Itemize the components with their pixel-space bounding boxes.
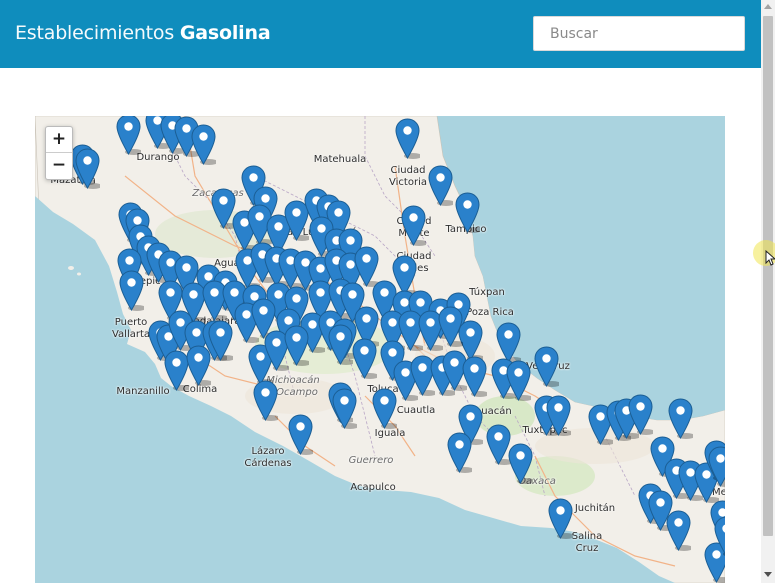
gas-station-marker-icon[interactable] — [191, 124, 216, 165]
gas-station-marker-icon[interactable] — [548, 498, 573, 539]
city-label: Salina — [571, 531, 603, 542]
scroll-down-arrow-icon[interactable] — [764, 572, 772, 577]
mouse-cursor-icon — [765, 250, 775, 266]
gas-station-marker-icon[interactable] — [372, 388, 397, 429]
gas-station-marker-icon[interactable] — [116, 116, 141, 155]
city-label: Puerto — [114, 317, 148, 328]
gas-station-marker-icon[interactable] — [462, 356, 487, 397]
city-label: Manzanillo — [116, 386, 170, 397]
app-title-bold: Gasolina — [179, 22, 271, 44]
city-label: Cuautla — [396, 405, 436, 416]
map-container[interactable]: DurangoMatehualaCiudadVictoriaMazatlánZa… — [35, 116, 725, 583]
zoom-control: + − — [45, 126, 73, 180]
city-label: Cárdenas — [244, 458, 292, 469]
gas-station-marker-icon[interactable] — [496, 322, 521, 363]
gas-station-marker-icon[interactable] — [628, 394, 653, 435]
gas-station-marker-icon[interactable] — [332, 388, 357, 429]
gas-station-marker-icon[interactable] — [708, 446, 725, 487]
gas-station-marker-icon[interactable] — [352, 338, 377, 379]
city-label: Poza Rica — [466, 307, 514, 318]
gas-station-marker-icon[interactable] — [395, 118, 420, 159]
gas-station-marker-icon[interactable] — [253, 380, 278, 421]
app-title-light: Establecimientos — [15, 22, 175, 44]
page-scrollbar[interactable] — [761, 0, 775, 583]
city-label: Cruz — [575, 543, 599, 554]
city-label: Iguala — [374, 428, 406, 439]
gas-station-marker-icon[interactable] — [668, 398, 693, 439]
search-input[interactable] — [533, 16, 745, 51]
city-label: Vallarta — [111, 329, 151, 340]
zoom-in-button[interactable]: + — [46, 127, 72, 153]
gas-station-marker-icon[interactable] — [208, 320, 233, 361]
gas-station-marker-icon[interactable] — [438, 306, 463, 347]
island-1 — [68, 266, 74, 270]
app-title: Establecimientos Gasolina — [15, 22, 271, 44]
gas-station-marker-icon[interactable] — [328, 324, 353, 365]
gas-station-marker-icon[interactable] — [75, 148, 100, 189]
gas-station-marker-icon[interactable] — [506, 360, 531, 401]
gas-station-marker-icon[interactable] — [714, 516, 725, 557]
header-bar: Establecimientos Gasolina — [0, 0, 761, 68]
gas-station-marker-icon[interactable] — [401, 205, 426, 246]
scroll-up-arrow-icon[interactable] — [764, 4, 772, 9]
city-label: Matehuala — [313, 154, 367, 165]
city-label: Guerrero — [348, 455, 394, 466]
city-label: Lázaro — [251, 446, 285, 457]
gas-station-marker-icon[interactable] — [288, 414, 313, 455]
gas-station-marker-icon[interactable] — [546, 395, 571, 436]
city-label: Túxpan — [469, 287, 505, 298]
gas-station-marker-icon[interactable] — [534, 346, 559, 387]
gas-station-marker-icon[interactable] — [428, 165, 453, 206]
gas-station-marker-icon[interactable] — [284, 325, 309, 366]
scroll-thumb[interactable] — [763, 16, 773, 536]
gas-station-marker-icon[interactable] — [666, 510, 691, 551]
island-2 — [77, 272, 81, 276]
city-label: Ocampo — [276, 387, 318, 398]
gas-station-marker-icon[interactable] — [119, 270, 144, 311]
zoom-out-button[interactable]: − — [46, 153, 72, 179]
city-label: Acapulco — [350, 482, 396, 493]
city-label: Ciudad — [390, 165, 426, 176]
gas-station-marker-icon[interactable] — [455, 192, 480, 233]
city-label: Juchitán — [574, 503, 616, 514]
gas-station-marker-icon[interactable] — [508, 443, 533, 484]
gas-station-marker-icon[interactable] — [447, 432, 472, 473]
city-label: Victoria — [389, 177, 427, 188]
